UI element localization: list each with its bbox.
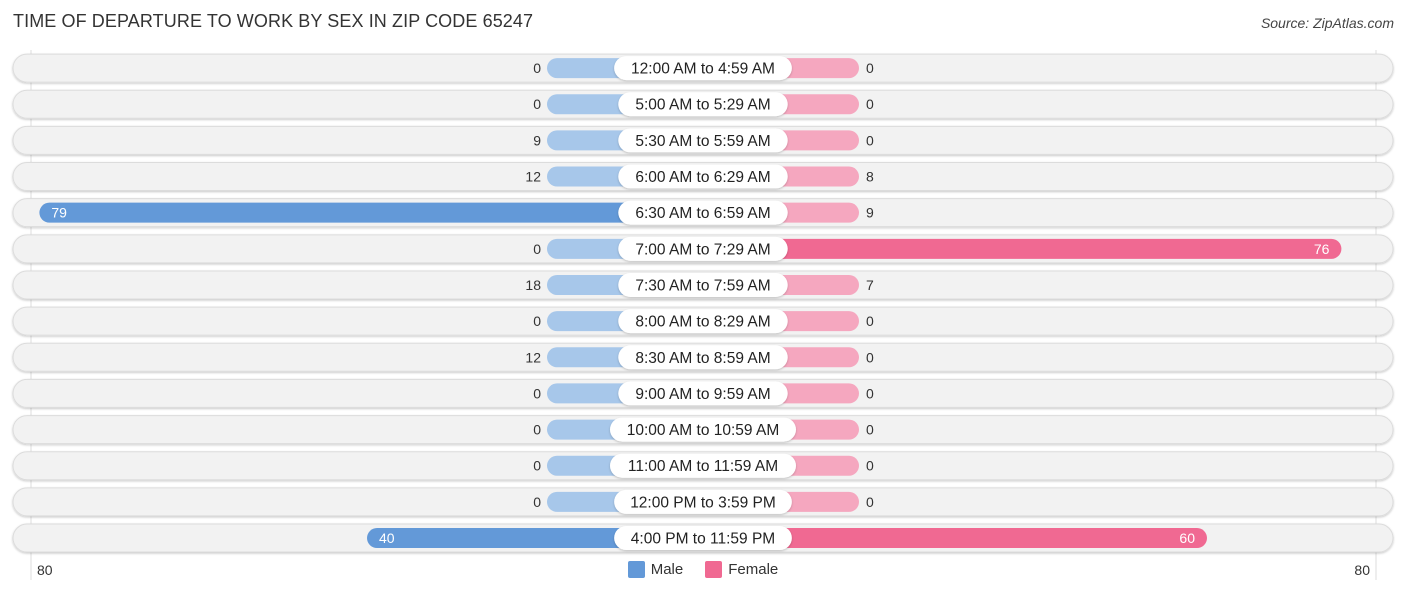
value-label-male: 40 — [379, 530, 395, 546]
value-label-female: 60 — [1179, 530, 1195, 546]
chart-svg: 0 0 12:00 AM to 4:59 AM 0 0 5:00 AM to 5:29 A… — [12, 50, 1394, 580]
bar-male — [39, 202, 703, 223]
legend-swatch-male — [627, 561, 645, 578]
category-label: 12:00 PM to 3:59 PM — [630, 494, 776, 511]
category-label: 8:00 AM to 8:29 AM — [635, 314, 770, 331]
category-label: 8:30 AM to 8:59 AM — [635, 350, 770, 367]
chart-row: 79 9 6:30 AM to 6:59 AM — [12, 198, 1394, 228]
category-label: 11:00 AM to 11:59 AM — [628, 458, 778, 475]
value-label-female: 8 — [866, 169, 874, 185]
chart-row: 12 0 8:30 AM to 8:59 AM — [12, 342, 1394, 372]
chart-row: 0 0 9:00 AM to 9:59 AM — [12, 378, 1394, 408]
value-label-male: 9 — [533, 132, 541, 148]
category-label: 7:30 AM to 7:59 AM — [635, 277, 770, 294]
value-label-male: 0 — [533, 385, 541, 401]
chart-row: 0 0 5:00 AM to 5:29 AM — [12, 89, 1394, 119]
chart-row: 0 0 12:00 PM to 3:59 PM — [12, 487, 1394, 517]
value-label-male: 18 — [525, 277, 541, 293]
value-label-male: 0 — [533, 96, 541, 112]
value-label-female: 0 — [866, 96, 874, 112]
category-label: 9:00 AM to 9:59 AM — [635, 386, 770, 403]
legend-item-male[interactable]: Male — [627, 561, 684, 578]
value-label-female: 0 — [866, 458, 874, 474]
chart-row: 0 0 11:00 AM to 11:59 AM — [12, 451, 1394, 481]
category-label: 12:00 AM to 4:59 AM — [631, 61, 775, 78]
value-label-male: 0 — [533, 458, 541, 474]
category-label: 7:00 AM to 7:29 AM — [635, 241, 770, 258]
category-label: 6:00 AM to 6:29 AM — [635, 169, 770, 186]
value-label-male: 12 — [525, 169, 541, 185]
chart-row: 9 0 5:30 AM to 5:59 AM — [12, 125, 1394, 155]
category-label: 5:30 AM to 5:59 AM — [635, 133, 770, 150]
value-label-female: 0 — [866, 349, 874, 365]
value-label-female: 76 — [1314, 241, 1330, 257]
value-label-female: 0 — [866, 422, 874, 438]
chart-row: 12 8 6:00 AM to 6:29 AM — [12, 162, 1394, 192]
legend-label-female: Female — [728, 561, 779, 578]
chart-row: 18 7 7:30 AM to 7:59 AM — [12, 270, 1394, 300]
value-label-female: 0 — [866, 494, 874, 510]
value-label-male: 0 — [533, 494, 541, 510]
chart-row: 0 0 10:00 AM to 10:59 AM — [12, 415, 1394, 445]
legend-label-male: Male — [650, 561, 684, 578]
legend: Male Female — [0, 561, 1406, 578]
value-label-male: 79 — [51, 205, 67, 221]
legend-swatch-female — [705, 561, 723, 578]
value-label-female: 0 — [866, 385, 874, 401]
value-label-female: 0 — [866, 60, 874, 76]
value-label-male: 0 — [533, 241, 541, 257]
category-label: 10:00 AM to 10:59 AM — [627, 422, 780, 439]
value-label-female: 9 — [866, 205, 874, 221]
chart-row: 0 0 8:00 AM to 8:29 AM — [12, 306, 1394, 336]
bar-female — [703, 238, 1342, 259]
category-label: 6:30 AM to 6:59 AM — [635, 205, 770, 222]
chart-row: 0 76 7:00 AM to 7:29 AM — [12, 234, 1394, 264]
category-label: 4:00 PM to 11:59 PM — [631, 531, 775, 548]
value-label-male: 12 — [525, 349, 541, 365]
value-label-male: 0 — [533, 313, 541, 329]
category-label: 5:00 AM to 5:29 AM — [635, 97, 770, 114]
value-label-female: 0 — [866, 132, 874, 148]
value-label-male: 0 — [533, 422, 541, 438]
value-label-female: 7 — [866, 277, 874, 293]
chart-row: 0 0 12:00 AM to 4:59 AM — [12, 53, 1394, 83]
legend-item-female[interactable]: Female — [705, 561, 778, 578]
value-label-female: 0 — [866, 313, 874, 329]
chart-row: 40 60 4:00 PM to 11:59 PM — [12, 523, 1394, 553]
value-label-male: 0 — [533, 60, 541, 76]
